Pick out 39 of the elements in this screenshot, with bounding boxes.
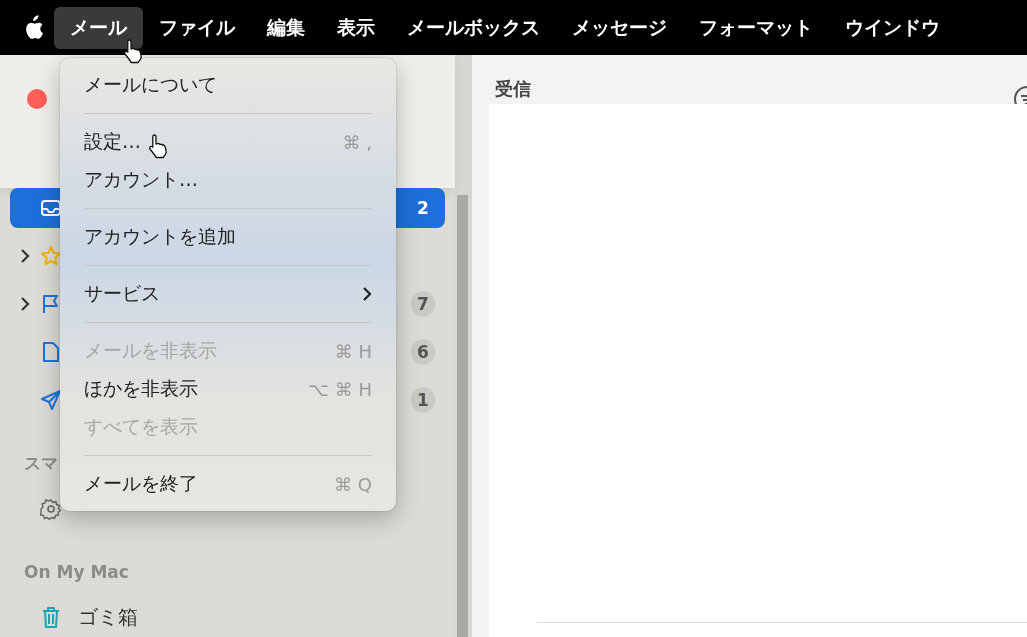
section-heading: スマ bbox=[24, 452, 59, 475]
menu-bar-item[interactable]: ファイル bbox=[143, 6, 251, 49]
menu-item[interactable]: メールを終了 ⌘ Q bbox=[60, 465, 396, 503]
scrollbar[interactable] bbox=[457, 195, 468, 637]
menu-bar-item[interactable]: メッセージ bbox=[556, 6, 683, 49]
unread-count: 1 bbox=[411, 387, 435, 414]
menu-item[interactable]: 設定… ⌘ , bbox=[60, 123, 396, 161]
menu-item[interactable]: アカウント… bbox=[60, 161, 396, 199]
menu-item[interactable]: ほかを非表示 ⌥ ⌘ H bbox=[60, 370, 396, 408]
hand-cursor-icon bbox=[147, 133, 169, 159]
chevron-icon[interactable] bbox=[20, 296, 30, 313]
menu-bar-item[interactable]: フォーマット bbox=[683, 6, 829, 49]
menu-bar-item[interactable]: 表示 bbox=[321, 6, 391, 49]
shortcut-label: ⌘ , bbox=[342, 131, 372, 153]
chevron-icon[interactable] bbox=[20, 248, 30, 265]
unread-count: 7 bbox=[411, 291, 435, 318]
shortcut-label: ⌘ Q bbox=[334, 473, 372, 495]
unread-count: 2 bbox=[416, 197, 430, 221]
hand-cursor-icon bbox=[122, 38, 144, 64]
filter-icon[interactable] bbox=[1013, 85, 1027, 104]
star-icon[interactable] bbox=[40, 245, 62, 268]
section-heading: On My Mac bbox=[24, 560, 130, 583]
menu-item[interactable]: サービス bbox=[60, 275, 396, 313]
unread-count: 6 bbox=[411, 339, 435, 366]
gear-icon bbox=[40, 497, 62, 520]
menu-bar-item[interactable]: メール bbox=[54, 6, 143, 49]
menu-item[interactable]: メールについて bbox=[60, 66, 396, 104]
close-window-button[interactable] bbox=[27, 89, 47, 109]
menu-bar-item[interactable]: メールボックス bbox=[391, 6, 556, 49]
document-icon[interactable] bbox=[40, 341, 62, 364]
shortcut-label: ⌘ H bbox=[334, 340, 372, 362]
menu-bar-item[interactable]: 編集 bbox=[251, 6, 321, 49]
paper-plane-icon[interactable] bbox=[40, 389, 62, 412]
mailbox-label[interactable]: ゴミ箱 bbox=[78, 603, 138, 631]
mailbox-title: 受信 bbox=[495, 77, 531, 101]
shortcut-label: ⌥ ⌘ H bbox=[308, 378, 372, 400]
menu-bar-item[interactable]: ウインドウ bbox=[829, 6, 956, 49]
menu-item[interactable]: アカウントを追加 bbox=[60, 218, 396, 256]
trash-icon bbox=[40, 606, 62, 629]
